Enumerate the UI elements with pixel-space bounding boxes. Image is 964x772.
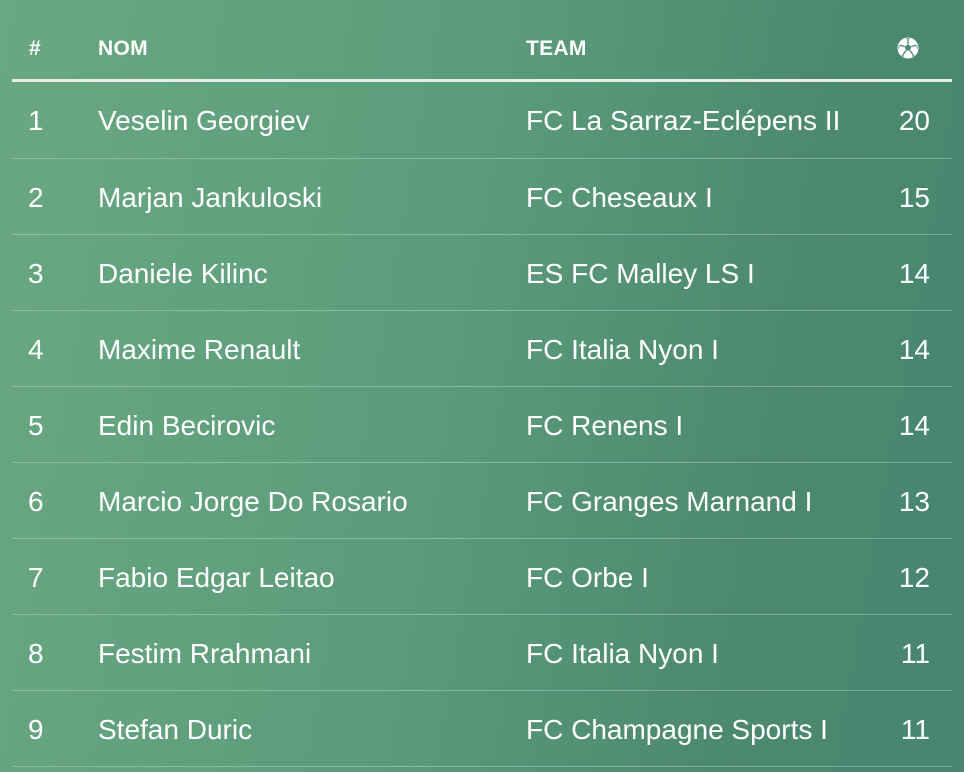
row-goals: 15 bbox=[898, 182, 930, 213]
table-row[interactable]: 4 Maxime Renault FC Italia Nyon I 14 bbox=[12, 311, 952, 387]
header-team: TEAM bbox=[526, 37, 587, 60]
row-rank: 8 bbox=[28, 638, 44, 669]
row-goals: 12 bbox=[898, 562, 930, 593]
row-rank: 7 bbox=[28, 562, 44, 593]
row-player-name: Marcio Jorge Do Rosario bbox=[98, 486, 408, 517]
row-goals: 20 bbox=[898, 105, 930, 136]
row-rank: 9 bbox=[28, 714, 44, 745]
header-name: NOM bbox=[98, 37, 148, 60]
top-scorers-table: # NOM TEAM 1 Veselin Georgiev FC La Sarr… bbox=[12, 0, 952, 767]
row-team-name: FC La Sarraz-Eclépens II bbox=[526, 105, 841, 136]
row-player-name: Veselin Georgiev bbox=[98, 105, 310, 136]
row-rank: 1 bbox=[28, 105, 44, 136]
row-team-name: FC Orbe I bbox=[526, 562, 649, 593]
table-header: # NOM TEAM bbox=[12, 0, 952, 82]
table-row[interactable]: 1 Veselin Georgiev FC La Sarraz-Eclépens… bbox=[12, 82, 952, 159]
row-player-name: Stefan Duric bbox=[98, 714, 253, 745]
table-row[interactable]: 3 Daniele Kilinc ES FC Malley LS I 14 bbox=[12, 235, 952, 311]
row-team-name: FC Italia Nyon I bbox=[526, 334, 719, 365]
table-row[interactable]: 7 Fabio Edgar Leitao FC Orbe I 12 bbox=[12, 539, 952, 615]
row-player-name: Festim Rrahmani bbox=[98, 638, 312, 669]
soccer-ball-icon bbox=[897, 37, 919, 59]
table-row[interactable]: 9 Stefan Duric FC Champagne Sports I 11 bbox=[12, 691, 952, 767]
row-goals: 11 bbox=[900, 638, 930, 669]
row-team-name: FC Granges Marnand I bbox=[526, 486, 813, 517]
row-goals: 11 bbox=[900, 714, 930, 745]
row-goals: 14 bbox=[898, 258, 930, 289]
table-row[interactable]: 5 Edin Becirovic FC Renens I 14 bbox=[12, 387, 952, 463]
row-rank: 5 bbox=[28, 410, 44, 441]
row-rank: 3 bbox=[28, 258, 44, 289]
row-player-name: Maxime Renault bbox=[98, 334, 301, 365]
row-rank: 4 bbox=[28, 334, 44, 365]
table-body: 1 Veselin Georgiev FC La Sarraz-Eclépens… bbox=[12, 82, 952, 767]
row-team-name: FC Italia Nyon I bbox=[526, 638, 719, 669]
table-row[interactable]: 8 Festim Rrahmani FC Italia Nyon I 11 bbox=[12, 615, 952, 691]
row-player-name: Edin Becirovic bbox=[98, 410, 276, 441]
row-rank: 2 bbox=[28, 182, 44, 213]
row-team-name: FC Champagne Sports I bbox=[526, 714, 828, 745]
row-goals: 14 bbox=[898, 410, 930, 441]
row-player-name: Fabio Edgar Leitao bbox=[98, 562, 335, 593]
row-goals: 13 bbox=[898, 486, 930, 517]
row-goals: 14 bbox=[898, 334, 930, 365]
row-rank: 6 bbox=[28, 486, 44, 517]
row-team-name: FC Cheseaux I bbox=[526, 182, 713, 213]
header-goals bbox=[896, 36, 920, 66]
table-row[interactable]: 6 Marcio Jorge Do Rosario FC Granges Mar… bbox=[12, 463, 952, 539]
row-player-name: Marjan Jankuloski bbox=[98, 182, 323, 213]
row-player-name: Daniele Kilinc bbox=[98, 258, 268, 289]
table-row[interactable]: 2 Marjan Jankuloski FC Cheseaux I 15 bbox=[12, 159, 952, 235]
header-rank: # bbox=[29, 37, 41, 60]
row-team-name: ES FC Malley LS I bbox=[526, 258, 755, 289]
row-team-name: FC Renens I bbox=[526, 410, 684, 441]
